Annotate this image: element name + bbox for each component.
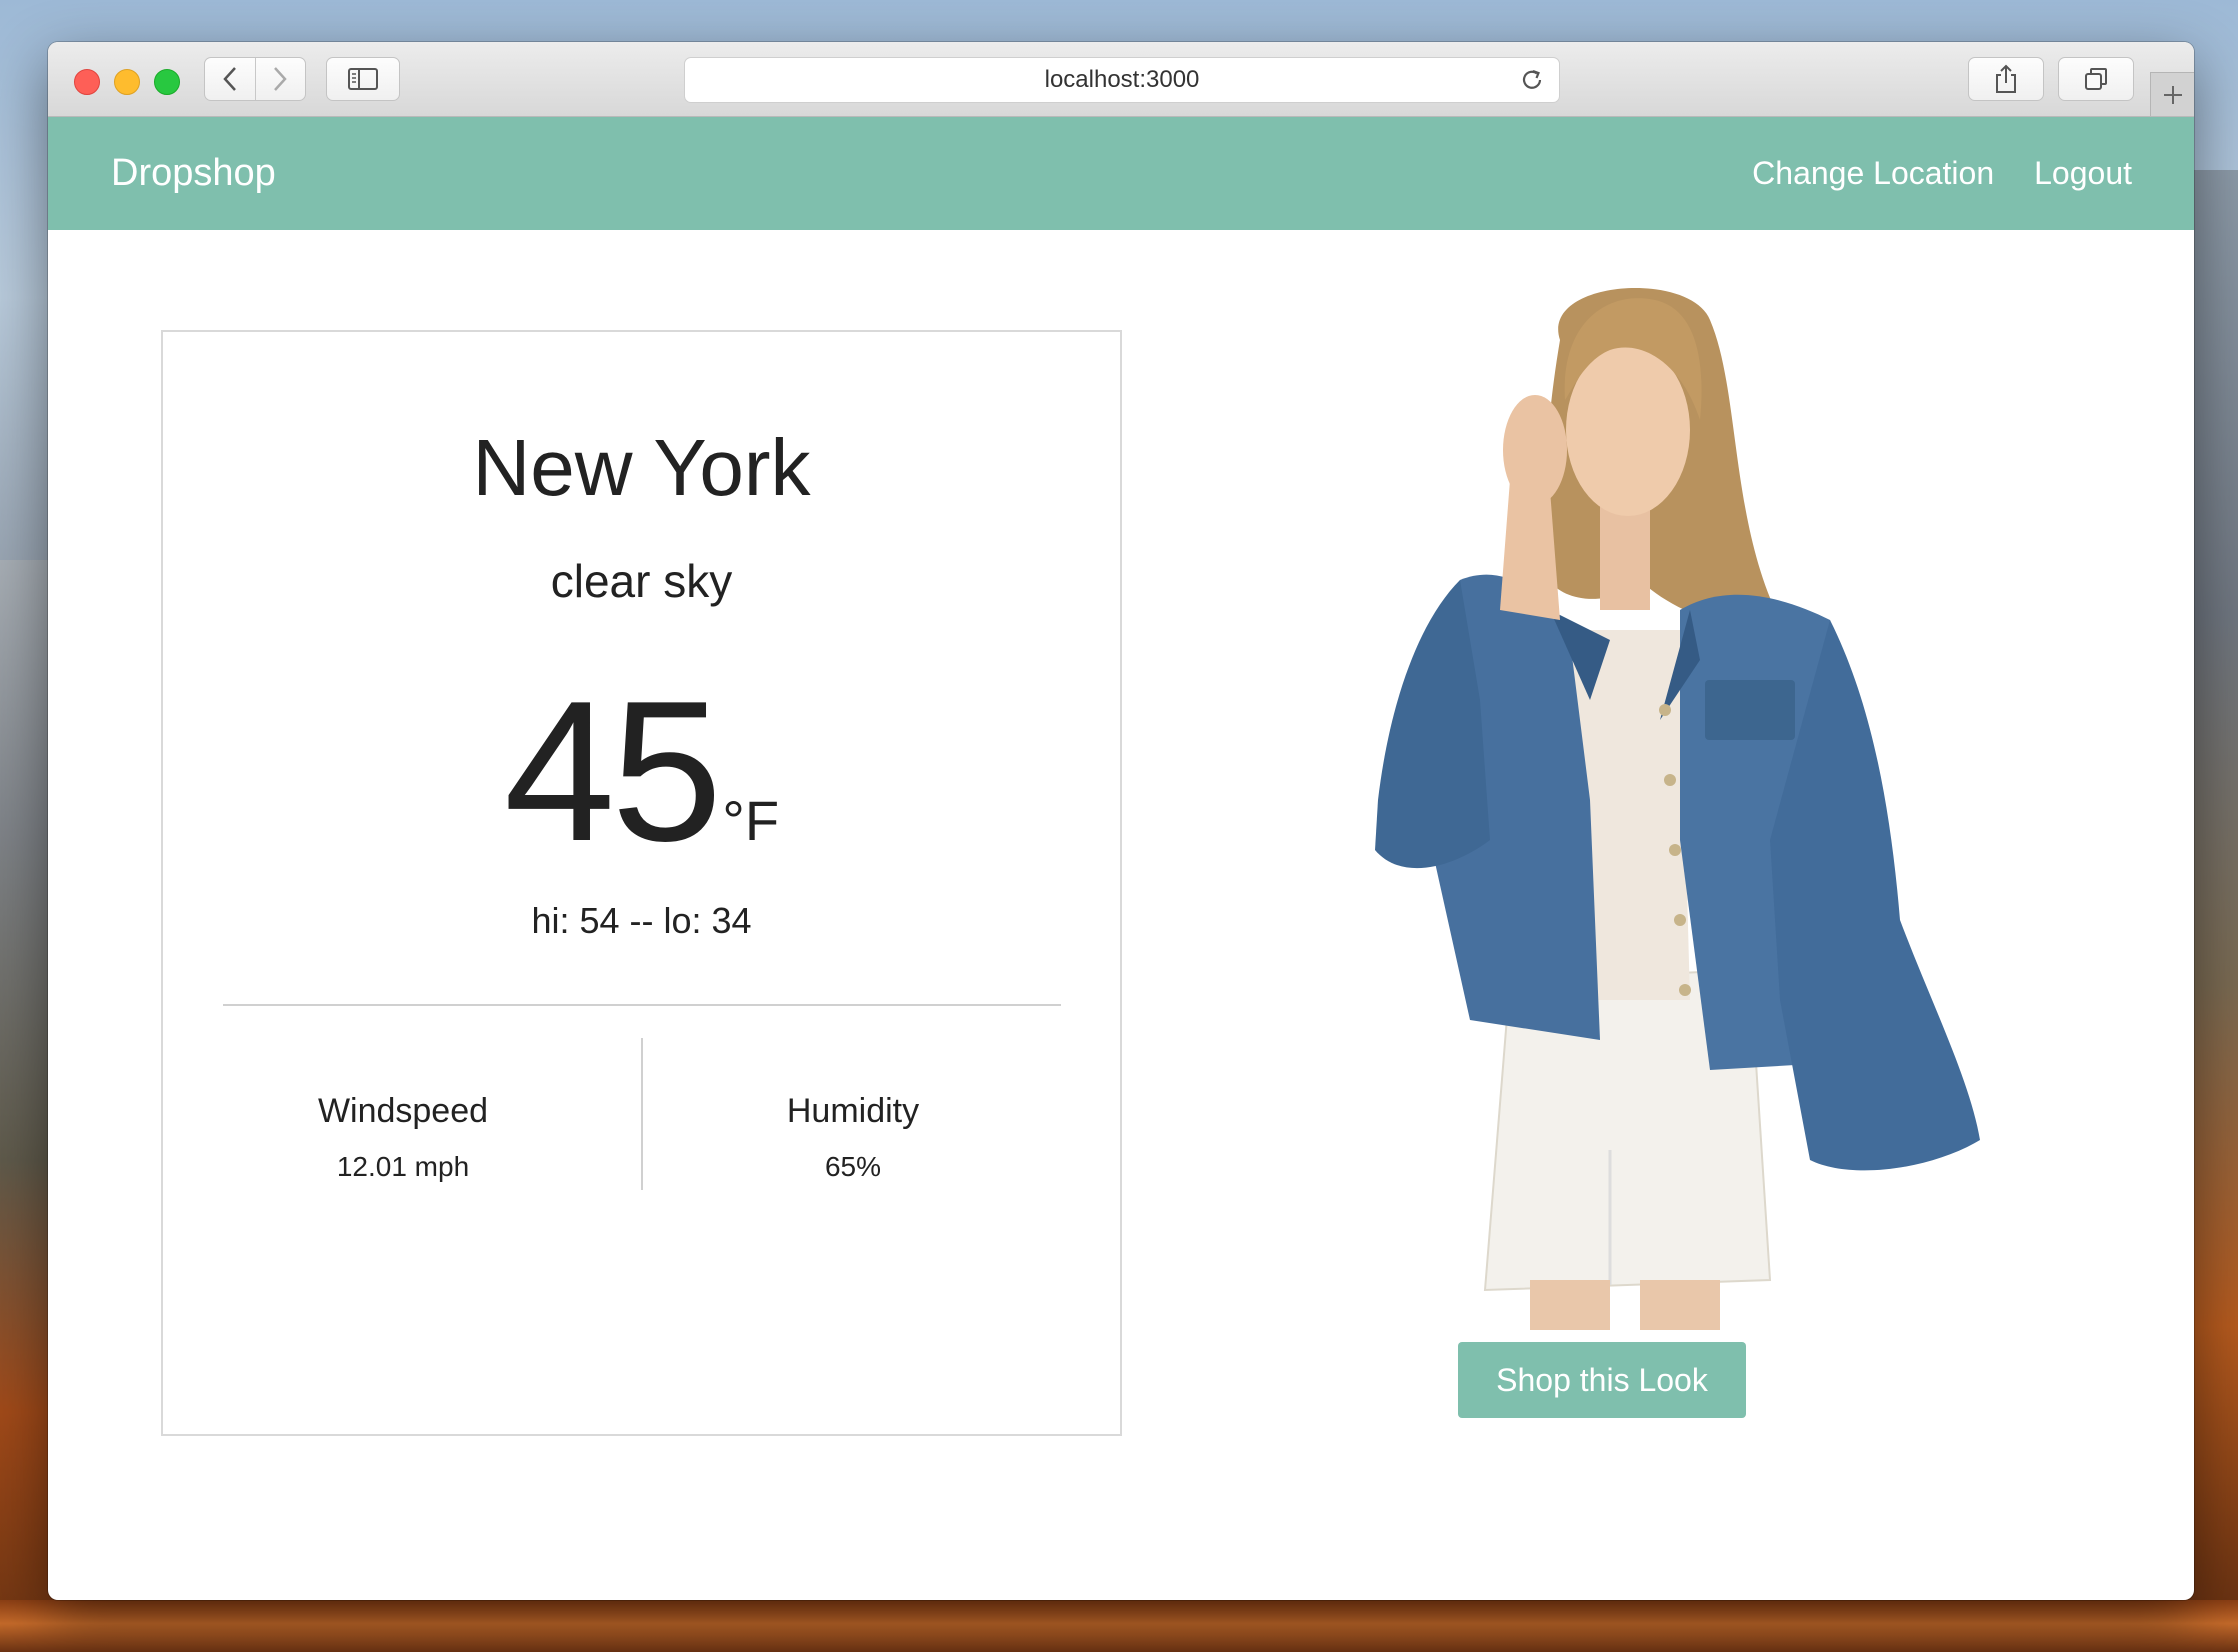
chevron-right-icon [274,67,287,91]
weather-card: New York clear sky 45°F hi: 54 -- lo: 34… [161,330,1122,1436]
windspeed-stat: Windspeed 12.01 mph [193,1092,613,1183]
url-text: localhost:3000 [1044,66,1200,93]
history-navigation [204,57,306,101]
browser-toolbar: localhost:3000 [48,42,2194,117]
brand-logo[interactable]: Dropshop [111,117,276,230]
change-location-link[interactable]: Change Location [1752,155,1994,192]
tabs-overview-icon [2085,68,2107,90]
nav-links: Change Location Logout [1752,117,2132,230]
temperature-value: 45 [503,660,722,883]
city-name: New York [472,423,811,512]
logout-link[interactable]: Logout [2034,155,2132,192]
divider [223,1004,1061,1006]
back-button[interactable] [205,58,255,100]
forward-button[interactable] [254,58,306,100]
humidity-value: 65% [824,1151,882,1182]
minimize-window-button[interactable] [114,69,140,95]
temperature-display: 45°F [163,672,1120,872]
sidebar-toggle-button[interactable] [326,57,400,101]
plus-icon [2163,85,2182,104]
sidebar-icon [348,68,378,90]
hi-lo-temperature: hi: 54 -- lo: 34 [531,900,752,941]
chevron-left-icon [223,67,236,91]
share-icon [1996,64,2016,93]
humidity-stat: Humidity 65% [643,1092,1063,1183]
weather-condition: clear sky [550,555,733,607]
humidity-label: Humidity [786,1092,920,1130]
maximize-window-button[interactable] [154,69,180,95]
address-bar[interactable]: localhost:3000 [684,57,1560,103]
desktop-wallpaper-right [2188,170,2238,1652]
outfit-photo [1375,287,1980,1330]
desktop-wallpaper-bottom [0,1600,2238,1652]
new-tab-button[interactable] [2150,72,2194,116]
share-button[interactable] [1968,57,2044,101]
show-tabs-button[interactable] [2058,57,2134,101]
windspeed-label: Windspeed [317,1092,489,1130]
windspeed-value: 12.01 mph [336,1151,470,1182]
reload-icon[interactable] [1519,67,1545,93]
browser-window: localhost:3000 Dropshop Change Location … [48,42,2194,1600]
app-navbar: Dropshop Change Location Logout [48,117,2194,230]
close-window-button[interactable] [74,69,100,95]
shop-this-look-button[interactable]: Shop this Look [1458,1342,1746,1418]
temperature-unit: °F [722,789,780,852]
